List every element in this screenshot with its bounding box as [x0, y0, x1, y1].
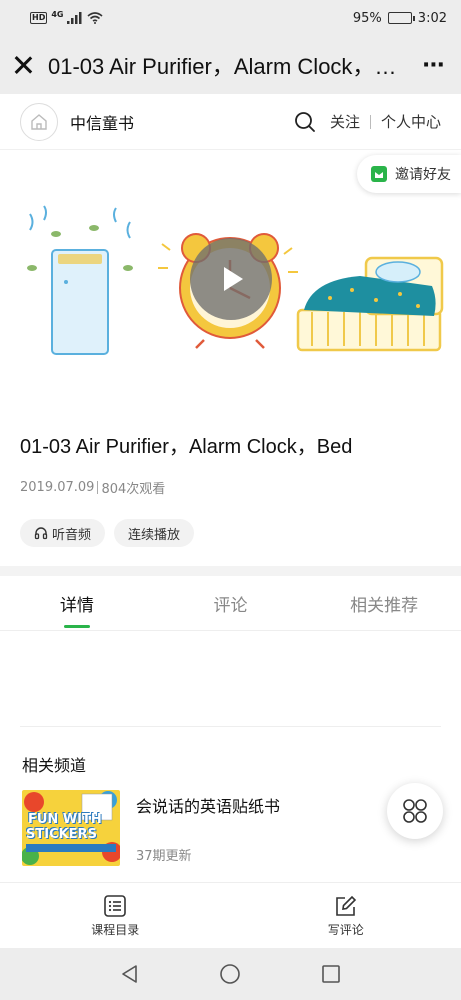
continuous-play-button[interactable]: 连续播放 [114, 519, 195, 547]
tab-comments[interactable]: 评论 [154, 576, 308, 630]
invite-label: 邀请好友 [395, 167, 451, 183]
headphones-icon [34, 527, 48, 540]
status-left: HD 4G [30, 9, 104, 24]
recents-icon[interactable] [320, 963, 342, 985]
course-catalog-label: 课程目录 [91, 922, 140, 937]
channel-avatar[interactable] [20, 102, 58, 141]
battery-icon [387, 12, 415, 24]
tab-recommendations-label: 相关推荐 [350, 595, 419, 616]
wifi-icon [87, 12, 104, 24]
search-icon[interactable] [294, 111, 316, 133]
status-right: 95% 3:02 [353, 11, 447, 26]
home-nav-icon[interactable] [219, 963, 241, 985]
thumb-line-2: STICKERS [26, 827, 97, 842]
tab-details[interactable]: 详情 [0, 576, 154, 630]
clock-time: 3:02 [417, 10, 447, 26]
channel-episode-count: 37期更新 [136, 849, 192, 864]
channel-info: 会说话的英语贴纸书 37期更新 [136, 790, 280, 866]
course-catalog-button[interactable]: 课程目录 [0, 883, 231, 948]
video-player[interactable]: 邀请好友 [0, 150, 461, 400]
back-icon[interactable] [119, 963, 141, 985]
follow-button[interactable]: 关注 [330, 111, 370, 132]
bed-illustration [296, 256, 444, 352]
content-tabs: 详情 评论 相关推荐 [0, 576, 461, 631]
video-title: 01-03 Air Purifier，Alarm Clock，Bed [20, 436, 353, 458]
listen-audio-button[interactable]: 听音频 [20, 519, 106, 547]
floating-menu-button[interactable] [387, 783, 443, 839]
grid-icon [403, 799, 427, 823]
close-icon[interactable] [12, 54, 34, 76]
section-gap [0, 566, 461, 576]
meta-divider [97, 481, 99, 494]
signal-icon [67, 12, 82, 24]
write-comment-label: 写评论 [327, 922, 364, 937]
content-divider [20, 726, 441, 727]
channel-title: 会说话的英语贴纸书 [136, 797, 281, 816]
edit-icon [335, 895, 356, 916]
title-bar: 01-03 Air Purifier，Alarm Clock，Bed ⋯ [0, 36, 461, 94]
battery-percent: 95% [352, 10, 382, 26]
channel-header: 中信童书 关注 个人中心 [0, 94, 461, 150]
play-button[interactable] [190, 238, 272, 320]
more-icon[interactable]: ⋯ [419, 53, 449, 78]
home-icon [31, 113, 47, 130]
write-comment-button[interactable]: 写评论 [231, 883, 461, 948]
bottom-toolbar: 课程目录 写评论 [0, 882, 461, 948]
video-meta: 2019.07.09 804次观看 [20, 478, 165, 497]
channel-thumbnail: FUN WITH STICKERS [22, 790, 120, 866]
related-channels-title: 相关频道 [22, 756, 87, 775]
header-actions: 关注 个人中心 [294, 111, 441, 133]
tab-recommendations[interactable]: 相关推荐 [307, 576, 461, 630]
invite-friends-button[interactable]: 邀请好友 [357, 155, 461, 193]
system-nav-bar [0, 948, 461, 1000]
header-divider [369, 114, 371, 129]
active-tab-indicator [63, 625, 90, 628]
status-bar: HD 4G 95% 3:02 [0, 0, 461, 36]
channel-name[interactable]: 中信童书 [70, 110, 294, 134]
play-icon [224, 267, 243, 291]
personal-center-link[interactable]: 个人中心 [381, 111, 441, 132]
publish-date: 2019.07.09 [20, 480, 95, 495]
air-purifier-illustration [27, 205, 133, 355]
thumb-line-1: FUN WITH [28, 812, 102, 827]
continuous-play-label: 连续播放 [128, 527, 181, 543]
list-icon [104, 894, 127, 917]
action-pills: 听音频 连续播放 [20, 519, 195, 547]
page-title: 01-03 Air Purifier，Alarm Clock，Bed [48, 54, 411, 79]
listen-audio-label: 听音频 [52, 527, 92, 543]
hd-badge: HD [30, 12, 48, 24]
network-type: 4G [51, 9, 64, 19]
invite-icon [371, 166, 387, 182]
tab-details-label: 详情 [59, 595, 94, 616]
view-count: 804次观看 [101, 482, 166, 497]
tab-comments-label: 评论 [213, 595, 248, 616]
related-channel-card[interactable]: FUN WITH STICKERS 会说话的英语贴纸书 37期更新 [22, 790, 442, 866]
